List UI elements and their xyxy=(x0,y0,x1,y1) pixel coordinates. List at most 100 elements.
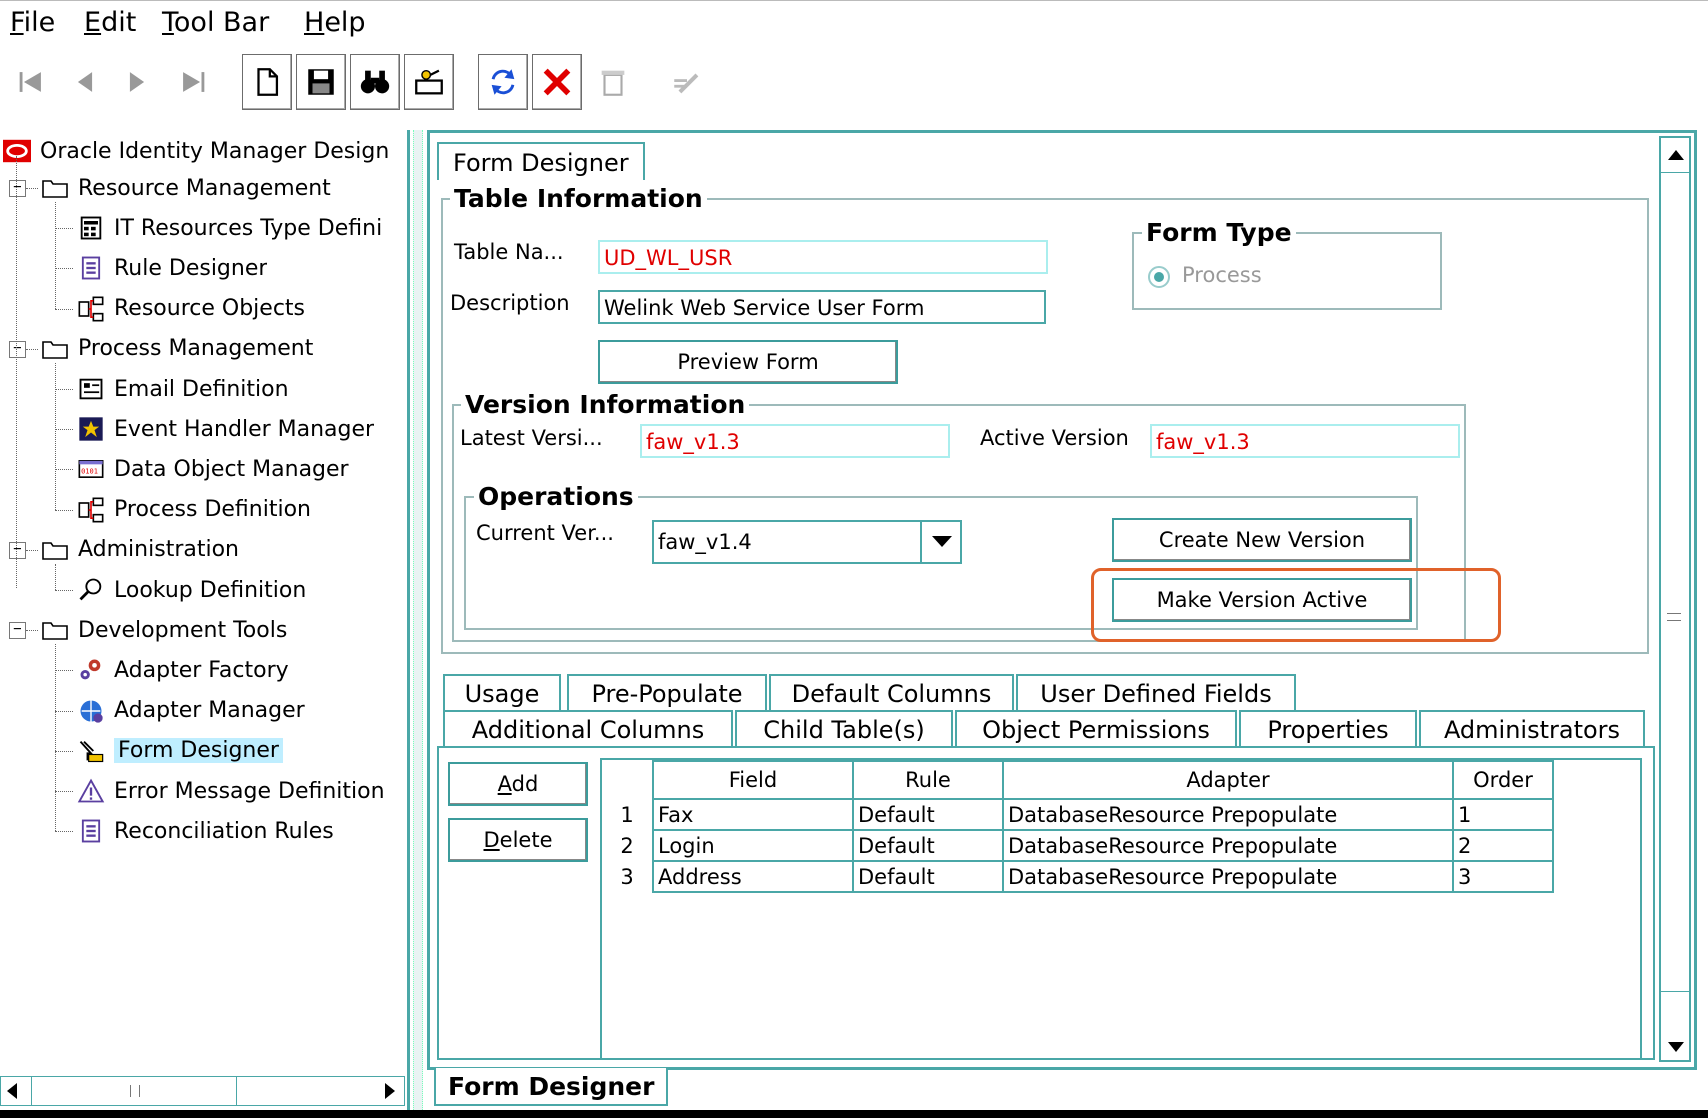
tree-item-process-management[interactable]: Process Management xyxy=(40,331,313,367)
cell-rule[interactable]: Default xyxy=(852,829,1004,862)
tree-item-process-definition[interactable]: Process Definition xyxy=(76,492,311,528)
chevron-down-icon[interactable] xyxy=(920,522,960,562)
cell-order[interactable]: 2 xyxy=(1452,829,1554,862)
edit-pen-icon[interactable] xyxy=(662,54,712,110)
cell-field[interactable]: Fax xyxy=(652,798,854,831)
table-row[interactable]: 3 Address Default DatabaseResource Prepopul… xyxy=(602,860,1554,893)
tab-user-defined-fields[interactable]: User Defined Fields xyxy=(1016,674,1296,710)
latest-version-field[interactable]: faw_v1.3 xyxy=(640,424,950,458)
refresh-icon[interactable] xyxy=(478,54,528,110)
collapse-toggle-icon[interactable]: − xyxy=(9,180,26,197)
tree-item-it-resources-type-defini[interactable]: IT Resources Type Defini xyxy=(76,210,382,246)
create-new-version-button[interactable]: Create New Version xyxy=(1112,518,1412,562)
cell-rule[interactable]: Default xyxy=(852,860,1004,893)
tree-item-label: Event Handler Manager xyxy=(114,416,375,442)
tree-horizontal-scrollbar[interactable] xyxy=(0,1076,405,1106)
email-icon xyxy=(76,374,106,404)
table-name-label: Table Na... xyxy=(454,240,564,264)
event-handler-icon xyxy=(76,414,106,444)
scroll-up-icon[interactable] xyxy=(1668,150,1684,160)
active-version-field[interactable]: faw_v1.3 xyxy=(1150,424,1460,458)
cell-field[interactable]: Address xyxy=(652,860,854,893)
previous-record-icon[interactable] xyxy=(60,54,110,110)
pane-splitter[interactable] xyxy=(413,130,423,1110)
tree-item-error-message-definition[interactable]: Error Message Definition xyxy=(76,773,385,809)
panel-scroll-thumb[interactable] xyxy=(1661,172,1689,992)
tree-item-label: Reconciliation Rules xyxy=(114,818,334,844)
tree-item-adapter-manager[interactable]: Adapter Manager xyxy=(76,693,305,729)
scroll-down-icon[interactable] xyxy=(1668,1042,1684,1052)
tree-item-development-tools[interactable]: Development Tools xyxy=(40,612,287,648)
tree-item-label: IT Resources Type Defini xyxy=(114,215,383,241)
tree-scroll-thumb[interactable] xyxy=(31,1077,237,1105)
row-number: 3 xyxy=(602,861,654,892)
assign-icon[interactable] xyxy=(404,54,454,110)
description-field[interactable]: Welink Web Service User Form xyxy=(598,290,1046,324)
column-header-order[interactable]: Order xyxy=(1452,760,1554,800)
delete-x-icon[interactable] xyxy=(532,54,582,110)
scroll-right-icon[interactable] xyxy=(385,1083,395,1099)
tab-usage[interactable]: Usage xyxy=(443,674,561,710)
last-record-icon[interactable] xyxy=(168,54,218,110)
tree-item-event-handler-manager[interactable]: Event Handler Manager xyxy=(76,411,374,447)
new-document-icon[interactable] xyxy=(242,54,292,110)
menu-tool-bar[interactable]: Tool Bar xyxy=(162,7,269,38)
table-row[interactable]: 1 Fax Default DatabaseResource Prepopulate 1 xyxy=(602,798,1554,831)
data-object-icon: 0101 xyxy=(76,454,106,484)
current-version-select[interactable]: faw_v1.4 xyxy=(652,520,962,564)
tab-default-columns[interactable]: Default Columns xyxy=(769,674,1014,710)
process-radio[interactable] xyxy=(1148,266,1170,288)
tab-child-table-s[interactable]: Child Table(s) xyxy=(735,710,953,746)
tree-item-resource-objects[interactable]: Resource Objects xyxy=(76,291,305,327)
find-binoculars-icon[interactable] xyxy=(350,54,400,110)
tab-additional-columns[interactable]: Additional Columns xyxy=(443,710,733,746)
column-header-rule[interactable]: Rule xyxy=(852,760,1004,800)
collapse-toggle-icon[interactable]: − xyxy=(9,541,26,559)
tree-item-resource-management[interactable]: Resource Management xyxy=(40,170,331,206)
column-header-field[interactable]: Field xyxy=(652,760,854,800)
adapter-factory-icon xyxy=(76,655,106,685)
first-record-icon[interactable] xyxy=(6,54,56,110)
cell-adapter[interactable]: DatabaseResource Prepopulate xyxy=(1002,798,1454,831)
tab-administrators[interactable]: Administrators xyxy=(1419,710,1645,746)
bottom-tab-form-designer[interactable]: Form Designer xyxy=(434,1068,669,1106)
resource-object-icon xyxy=(76,294,106,324)
tree-item-administration[interactable]: Administration xyxy=(40,532,239,568)
trash-icon[interactable] xyxy=(588,54,638,110)
rule-icon xyxy=(76,253,106,283)
tree-item-rule-designer[interactable]: Rule Designer xyxy=(76,250,267,286)
collapse-toggle-icon[interactable]: − xyxy=(9,340,26,358)
tree-item-lookup-definition[interactable]: Lookup Definition xyxy=(76,572,306,608)
preview-form-button[interactable]: Preview Form xyxy=(598,340,898,384)
table-row[interactable]: 2 Login Default DatabaseResource Prepopulat… xyxy=(602,829,1554,862)
delete-button[interactable]: Delete xyxy=(448,818,588,862)
scroll-left-icon[interactable] xyxy=(7,1083,17,1099)
panel-vertical-scrollbar[interactable] xyxy=(1659,136,1691,1062)
tab-pre-populate[interactable]: Pre-Populate xyxy=(567,674,767,710)
menu-edit[interactable]: Edit xyxy=(84,7,136,38)
cell-order[interactable]: 1 xyxy=(1452,798,1554,831)
cell-rule[interactable]: Default xyxy=(852,798,1004,831)
cell-adapter[interactable]: DatabaseResource Prepopulate xyxy=(1002,829,1454,862)
collapse-toggle-icon[interactable]: − xyxy=(9,622,26,640)
tab-object-permissions[interactable]: Object Permissions xyxy=(955,710,1237,746)
tree-item-email-definition[interactable]: Email Definition xyxy=(76,371,289,407)
tree-item-data-object-manager[interactable]: 0101 Data Object Manager xyxy=(76,451,349,487)
table-name-field[interactable]: UD_WL_USR xyxy=(598,240,1048,274)
tree-item-adapter-factory[interactable]: Adapter Factory xyxy=(76,652,289,688)
cell-order[interactable]: 3 xyxy=(1452,860,1554,893)
tree-item-form-designer[interactable]: Form Designer xyxy=(76,733,283,769)
description-label: Description xyxy=(450,291,570,315)
tree-item-reconciliation-rules[interactable]: Reconciliation Rules xyxy=(76,813,334,849)
save-icon[interactable] xyxy=(296,54,346,110)
tab-form-designer[interactable]: Form Designer xyxy=(437,142,645,180)
tab-properties[interactable]: Properties xyxy=(1239,710,1417,746)
column-header-adapter[interactable]: Adapter xyxy=(1002,760,1454,800)
add-button[interactable]: Add xyxy=(448,762,588,806)
menu-help[interactable]: Help xyxy=(304,7,366,38)
cell-field[interactable]: Login xyxy=(652,829,854,862)
menu-file[interactable]: File xyxy=(10,7,55,38)
tree-root[interactable]: Oracle Identity Manager Design xyxy=(2,133,389,169)
cell-adapter[interactable]: DatabaseResource Prepopulate xyxy=(1002,860,1454,893)
next-record-icon[interactable] xyxy=(112,54,162,110)
